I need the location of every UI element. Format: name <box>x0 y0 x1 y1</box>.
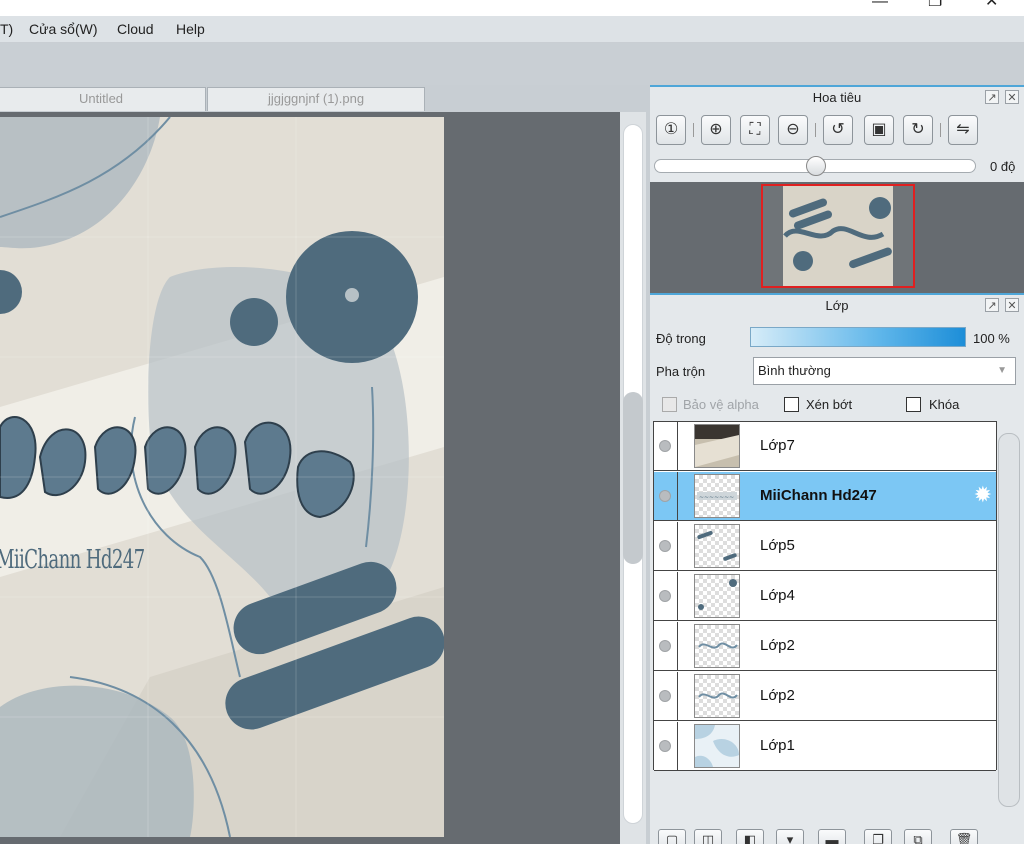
layer-name: Lớp4 <box>760 587 795 604</box>
layer-thumbnail <box>694 624 740 668</box>
canvas-vertical-scrollbar[interactable] <box>620 112 646 844</box>
layer-actions-bar: ▢ ◫ ◧ ▾ ▬ ❐ ⧉ 🗑 <box>650 829 1024 844</box>
layer-name: Lớp1 <box>760 737 795 754</box>
navigator-preview[interactable] <box>650 182 1024 293</box>
fit-window-icon[interactable]: ⛶ <box>740 115 770 145</box>
blend-mode-label: Pha trộn <box>656 364 706 379</box>
layer-name: MiiChann Hd247 <box>760 487 877 504</box>
visibility-toggle[interactable] <box>659 740 671 752</box>
scroll-thumb[interactable] <box>623 392 643 564</box>
menu-item-help[interactable]: Help <box>176 21 205 37</box>
layer-thumbnail <box>694 724 740 768</box>
layer-thumbnail <box>694 524 740 568</box>
menu-item-window[interactable]: Cửa sổ(W) <box>29 21 97 37</box>
tab-jjgjggnjnf[interactable]: jjgjggnjnf (1).png <box>207 87 425 111</box>
opacity-label: Độ trong <box>656 331 706 346</box>
navigator-panel: Hoa tiêu ↗ ✕ ① ⊕ ⛶ ⊖ ↺ ▣ ↻ ⇋ 0 độ <box>650 85 1024 293</box>
layer-row[interactable]: Lớp4 <box>654 572 996 621</box>
minimize-icon[interactable]: — <box>872 0 888 10</box>
visibility-toggle[interactable] <box>659 590 671 602</box>
blend-mode-value: Bình thường <box>758 363 831 378</box>
chevron-down-icon: ▼ <box>997 365 1007 376</box>
layer-panel-title: Lớp ↗ ✕ <box>650 295 1024 317</box>
tab-untitled[interactable]: Untitled <box>0 87 206 111</box>
layer-thumbnail: ~~~~~~~ <box>694 474 740 518</box>
canvas-workspace[interactable]: MiiChann Hd247 <box>0 112 620 844</box>
merge-layer-icon[interactable]: ⧉ <box>904 829 932 844</box>
visibility-toggle[interactable] <box>659 440 671 452</box>
menu-item-edit-partial[interactable]: T) <box>0 21 13 37</box>
panel-close-icon[interactable]: ✕ <box>1005 90 1019 104</box>
zoom-actual-icon[interactable]: ① <box>656 115 686 145</box>
layer-panel-title-text: Lớp <box>825 298 849 313</box>
rotation-slider[interactable] <box>654 156 976 176</box>
layer-thumbnail <box>694 674 740 718</box>
navigator-title-text: Hoa tiêu <box>812 90 862 105</box>
panel-close-icon[interactable]: ✕ <box>1005 298 1019 312</box>
new-folder-icon[interactable]: ▬ <box>818 829 846 844</box>
layer-name: Lớp5 <box>760 537 795 554</box>
svg-text:~~~~~~~: ~~~~~~~ <box>699 494 734 501</box>
duplicate-layer-icon[interactable]: ❐ <box>864 829 892 844</box>
visibility-toggle[interactable] <box>659 690 671 702</box>
toolbar <box>0 43 1024 85</box>
rotation-slider-knob[interactable] <box>806 156 826 176</box>
layer-row[interactable]: Lớp7 <box>654 422 996 471</box>
document-tabs: Untitled jjgjggnjnf (1).png <box>0 85 646 112</box>
layer-row[interactable]: Lớp2 <box>654 672 996 721</box>
visibility-toggle[interactable] <box>659 640 671 652</box>
clipping-checkbox[interactable] <box>784 397 799 412</box>
lock-label: Khóa <box>929 397 960 412</box>
window-titlebar: — ❐ ✕ <box>0 0 1024 16</box>
zoom-in-icon[interactable]: ⊕ <box>701 115 731 145</box>
undock-icon[interactable]: ↗ <box>985 298 999 312</box>
flip-horizontal-icon[interactable]: ⇋ <box>948 115 978 145</box>
layer-list: Lớp7 ~~~~~~~ MiiChann Hd247 ✹ Lớp5 Lớp4 … <box>653 421 997 771</box>
close-icon[interactable]: ✕ <box>985 0 998 10</box>
layer-list-scrollbar[interactable] <box>998 433 1020 807</box>
navigator-title: Hoa tiêu ↗ ✕ <box>650 87 1024 109</box>
layer-name: Lớp2 <box>760 687 795 704</box>
gear-icon[interactable]: ✹ <box>974 483 992 507</box>
menu-item-cloud[interactable]: Cloud <box>117 21 154 37</box>
maximize-icon[interactable]: ❐ <box>928 0 942 10</box>
fit-screen-icon[interactable]: ▣ <box>864 115 894 145</box>
layer-row-selected[interactable]: ~~~~~~~ MiiChann Hd247 ✹ <box>654 472 996 521</box>
layer-row[interactable]: Lớp1 <box>654 722 996 771</box>
opacity-value: 100 % <box>973 331 1010 346</box>
menu-bar: T) Cửa sổ(W) Cloud Help <box>0 16 1024 43</box>
delete-layer-icon[interactable]: 🗑 <box>950 829 978 844</box>
artwork <box>0 117 444 837</box>
visibility-toggle[interactable] <box>659 540 671 552</box>
zoom-out-icon[interactable]: ⊖ <box>778 115 808 145</box>
rotation-value: 0 độ <box>990 159 1016 174</box>
opacity-slider[interactable] <box>750 327 966 347</box>
visibility-toggle[interactable] <box>659 490 671 502</box>
new-layer-menu-icon[interactable]: ▾ <box>776 829 804 844</box>
layer-thumbnail <box>694 424 740 468</box>
canvas-signature-text: MiiChann Hd247 <box>0 545 145 575</box>
rotate-right-icon[interactable]: ↻ <box>903 115 933 145</box>
blend-mode-select[interactable]: Bình thường ▼ <box>753 357 1016 385</box>
navigator-thumbnail <box>763 186 913 286</box>
drawing-canvas[interactable]: MiiChann Hd247 <box>0 117 444 837</box>
new-layer-icon[interactable]: ▢ <box>658 829 686 844</box>
rotate-left-icon[interactable]: ↺ <box>823 115 853 145</box>
navigator-viewport-frame[interactable] <box>761 184 915 288</box>
protect-alpha-checkbox[interactable] <box>662 397 677 412</box>
new-halftone-layer-icon[interactable]: ◫ <box>694 829 722 844</box>
layer-panel: Lớp ↗ ✕ Độ trong 100 % Pha trộn Bình thư… <box>650 293 1024 844</box>
layer-row[interactable]: Lớp2 <box>654 622 996 671</box>
protect-alpha-label: Bảo vệ alpha <box>683 397 759 412</box>
undock-icon[interactable]: ↗ <box>985 90 999 104</box>
layer-name: Lớp2 <box>760 637 795 654</box>
layer-name: Lớp7 <box>760 437 795 454</box>
layer-row[interactable]: Lớp5 <box>654 522 996 571</box>
new-1bit-layer-icon[interactable]: ◧ <box>736 829 764 844</box>
lock-checkbox[interactable] <box>906 397 921 412</box>
clipping-label: Xén bớt <box>806 397 853 412</box>
layer-thumbnail <box>694 574 740 618</box>
